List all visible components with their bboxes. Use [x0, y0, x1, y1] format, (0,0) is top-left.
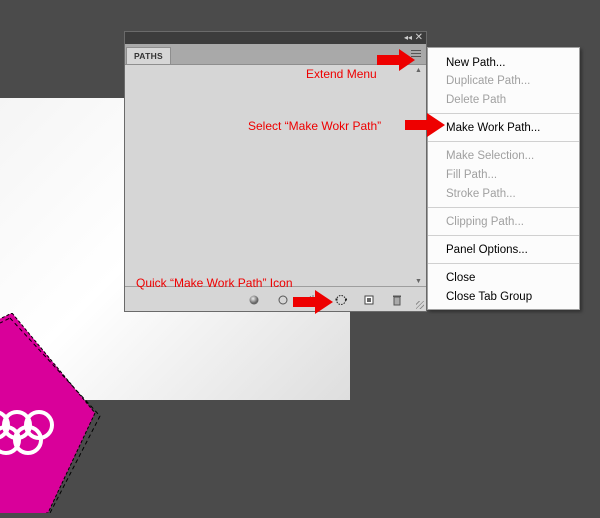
- menu-divider: [428, 113, 579, 114]
- menu-divider: [428, 207, 579, 208]
- annotation-quick-icon: Quick “Make Work Path” Icon: [136, 276, 293, 290]
- menu-item-make-work-path[interactable]: Make Work Path...: [446, 121, 540, 135]
- annotation-arrow-icon: [377, 49, 415, 71]
- menu-divider: [428, 141, 579, 142]
- menu-item-clipping-path[interactable]: Clipping Path...: [446, 215, 524, 229]
- stroke-path-icon[interactable]: [277, 293, 289, 305]
- annotation-select-make-work-path: Select “Make Wokr Path”: [248, 119, 382, 133]
- menu-item-stroke-path[interactable]: Stroke Path...: [446, 187, 516, 201]
- annotation-arrow-icon: [293, 290, 333, 314]
- menu-divider: [428, 235, 579, 236]
- menu-item-delete-path[interactable]: Delete Path: [446, 93, 506, 107]
- annotation-arrow-icon: [405, 113, 445, 137]
- tab-paths[interactable]: PATHS: [126, 47, 171, 64]
- make-work-path-icon[interactable]: [334, 293, 350, 305]
- scroll-down-icon[interactable]: ▼: [415, 278, 422, 285]
- menu-item-close-tab-group[interactable]: Close Tab Group: [446, 290, 532, 304]
- menu-item-panel-options[interactable]: Panel Options...: [446, 243, 528, 257]
- menu-item-duplicate-path[interactable]: Duplicate Path...: [446, 74, 530, 88]
- menu-item-new-path[interactable]: New Path...: [446, 56, 505, 70]
- paths-panel: ◂◂ ✕ PATHS ▲ ▼: [124, 31, 427, 312]
- panel-flyout-menu: New Path... Duplicate Path... Delete Pat…: [427, 47, 580, 310]
- panel-scrollbar[interactable]: ▲ ▼: [413, 65, 425, 287]
- fill-path-icon[interactable]: [248, 293, 260, 305]
- trash-icon[interactable]: [391, 293, 403, 306]
- olympic-logo-graphic: [0, 312, 140, 514]
- annotation-extend-menu: Extend Menu: [306, 67, 377, 81]
- panel-titlebar[interactable]: ◂◂ ✕: [125, 32, 426, 44]
- menu-item-fill-path[interactable]: Fill Path...: [446, 168, 497, 182]
- menu-divider: [428, 263, 579, 264]
- resize-grip-icon[interactable]: [416, 301, 424, 309]
- menu-item-make-selection[interactable]: Make Selection...: [446, 149, 534, 163]
- menu-item-close[interactable]: Close: [446, 271, 475, 285]
- new-path-icon[interactable]: [363, 293, 375, 305]
- close-icon[interactable]: ✕: [415, 32, 423, 43]
- collapse-icon[interactable]: ◂◂: [404, 33, 412, 43]
